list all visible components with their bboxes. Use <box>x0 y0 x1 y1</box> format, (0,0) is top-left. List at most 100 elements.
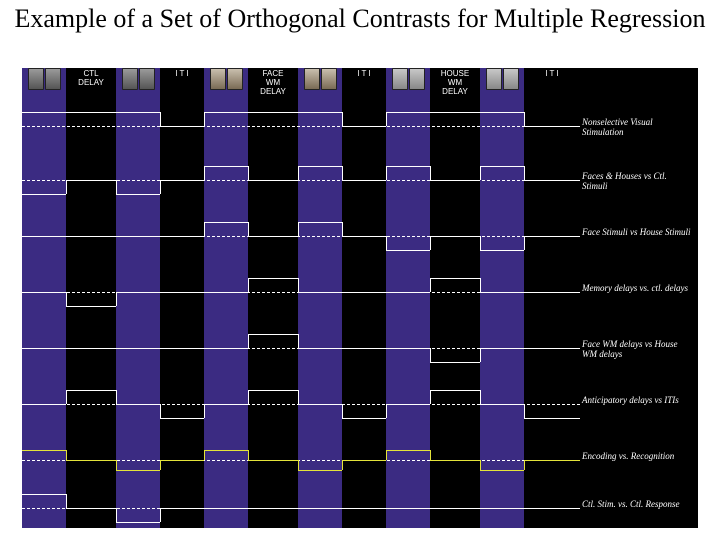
contrast-step-vert <box>386 404 387 418</box>
contrast-step <box>66 508 116 509</box>
contrast-step <box>160 236 204 237</box>
contrast-step <box>386 450 430 451</box>
contrast-step <box>342 348 386 349</box>
condition-label: HOUSEWMDELAY <box>430 70 480 96</box>
condition-c1: CTLDELAY <box>66 68 116 528</box>
contrast-step-vert <box>248 450 249 460</box>
contrast-step-vert <box>248 334 249 348</box>
stimulus-thumb-icon <box>210 68 226 90</box>
contrast-step <box>204 348 248 349</box>
contrast-step-vert <box>386 236 387 250</box>
contrast-step <box>66 236 116 237</box>
contrast-step-vert <box>342 166 343 180</box>
contrast-step <box>160 418 204 419</box>
stimulus-thumb-icon <box>122 68 138 90</box>
contrast-step-vert <box>204 450 205 460</box>
stimulus-thumb-icon <box>304 68 320 90</box>
contrast-step-vert <box>430 166 431 180</box>
contrast-step <box>298 470 342 471</box>
contrast-label: Face Stimuli vs House Stimuli <box>582 228 694 238</box>
condition-label: CTLDELAY <box>66 70 116 88</box>
contrast-label: Memory delays vs. ctl. delays <box>582 284 694 294</box>
stimulus-thumb-icon <box>486 68 502 90</box>
contrast-step <box>480 166 524 167</box>
contrast-step-vert <box>524 166 525 180</box>
stimulus-thumb-icon <box>28 68 44 90</box>
contrast-step <box>66 180 116 181</box>
contrast-step <box>160 292 204 293</box>
contrast-step <box>386 508 430 509</box>
contrast-step <box>386 292 430 293</box>
condition-label: FACEWMDELAY <box>248 70 298 96</box>
condition-label: I T I <box>342 70 386 79</box>
stimulus-thumbs <box>480 68 524 92</box>
contrast-step-vert <box>298 222 299 236</box>
contrast-step <box>524 236 580 237</box>
contrast-step <box>342 126 386 127</box>
contrast-step <box>524 348 580 349</box>
contrast-step-vert <box>430 278 431 292</box>
contrast-step-vert <box>480 348 481 362</box>
contrast-step-vert <box>524 112 525 126</box>
condition-label: I T I <box>160 70 204 79</box>
contrast-step-vert <box>430 236 431 250</box>
contrast-step-vert <box>524 236 525 250</box>
condition-c4 <box>204 68 248 528</box>
contrast-step-vert <box>480 166 481 180</box>
stimulus-thumb-icon <box>139 68 155 90</box>
contrast-step <box>204 292 248 293</box>
stimulus-thumb-icon <box>45 68 61 90</box>
contrast-step <box>22 404 66 405</box>
contrast-step <box>480 508 524 509</box>
contrast-step <box>160 348 204 349</box>
contrast-step-vert <box>116 460 117 470</box>
contrast-step <box>22 194 66 195</box>
contrast-step <box>430 390 480 391</box>
contrast-step <box>22 494 66 495</box>
contrast-step <box>524 418 580 419</box>
stimulus-thumb-icon <box>503 68 519 90</box>
contrast-step <box>22 348 66 349</box>
contrast-step <box>298 508 342 509</box>
condition-c5: FACEWMDELAY <box>248 68 298 528</box>
stimulus-thumbs <box>22 68 66 92</box>
contrast-step <box>22 236 66 237</box>
contrast-step <box>248 334 298 335</box>
condition-c0 <box>22 68 66 528</box>
contrast-step-vert <box>160 404 161 418</box>
contrast-step-vert <box>248 166 249 180</box>
contrast-step <box>480 348 524 349</box>
contrast-step <box>160 508 204 509</box>
contrast-step-vert <box>386 450 387 460</box>
contrast-step <box>66 460 116 461</box>
contrast-step <box>204 166 248 167</box>
contrast-step <box>66 112 116 113</box>
contrast-step <box>480 470 524 471</box>
contrast-step <box>116 404 160 405</box>
contrast-step <box>248 236 298 237</box>
contrast-label: Anticipatory delays vs ITIs <box>582 396 694 406</box>
condition-c7: I T I <box>342 68 386 528</box>
contrast-step <box>204 222 248 223</box>
contrast-step <box>298 292 342 293</box>
contrast-step-vert <box>204 222 205 236</box>
contrast-step-vert <box>116 508 117 522</box>
contrast-step <box>524 180 580 181</box>
contrast-step-vert <box>160 460 161 470</box>
contrast-step <box>342 508 386 509</box>
contrast-step <box>66 348 116 349</box>
contrast-step <box>22 292 66 293</box>
contrast-plot: CTLDELAY I T I FACEWMDELAY I T I HOUSEWMDELA… <box>22 68 698 528</box>
contrast-step-vert <box>480 236 481 250</box>
contrast-step-vert <box>480 278 481 292</box>
condition-c11: I T I <box>524 68 580 528</box>
contrast-step <box>248 460 298 461</box>
contrast-label: Encoding vs. Recognition <box>582 452 694 462</box>
contrast-step <box>116 348 160 349</box>
contrast-step <box>160 460 204 461</box>
contrast-step-vert <box>116 180 117 194</box>
contrast-step <box>204 450 248 451</box>
contrast-label: Ctl. Stim. vs. Ctl. Response <box>582 500 694 510</box>
stimulus-thumbs <box>204 68 248 92</box>
contrast-step-vert <box>66 450 67 460</box>
